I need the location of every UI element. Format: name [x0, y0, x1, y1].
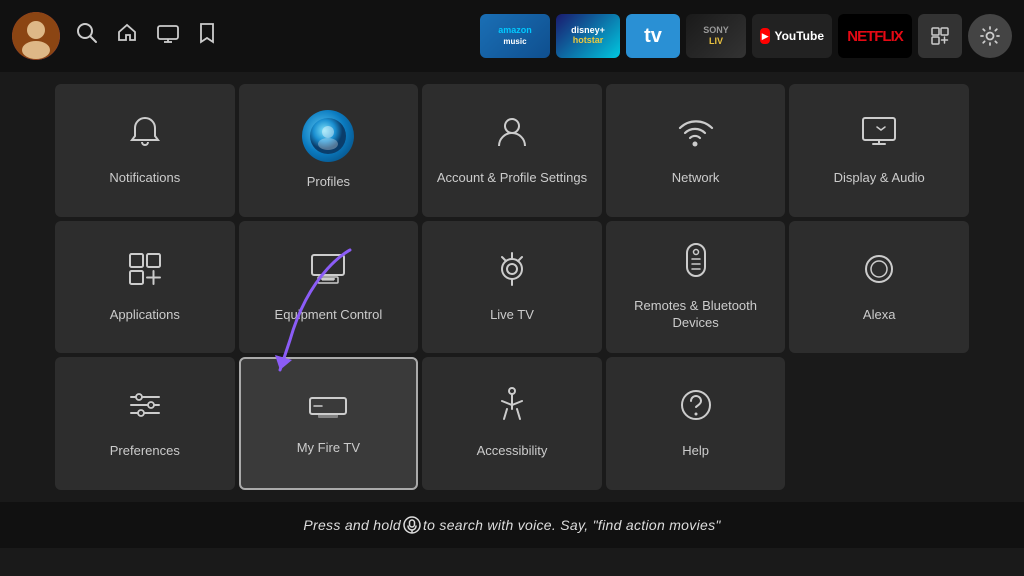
nav-bar: amazonmusic disney+hotstar tv SONYLIV ▶ …	[0, 0, 1024, 72]
youtube-app[interactable]: ▶ YouTube	[752, 14, 832, 58]
mic-icon	[403, 516, 421, 534]
nav-apps: amazonmusic disney+hotstar tv SONYLIV ▶ …	[480, 14, 1012, 58]
youtube-play-icon: ▶	[760, 28, 770, 44]
live-tv-tile[interactable]: Live TV	[422, 221, 602, 354]
notifications-tile[interactable]: Notifications	[55, 84, 235, 217]
nav-icons	[76, 22, 216, 50]
help-label: Help	[682, 443, 709, 460]
profiles-label: Profiles	[307, 174, 350, 191]
preferences-tile[interactable]: Preferences	[55, 357, 235, 490]
alexa-icon	[861, 251, 897, 295]
network-tile[interactable]: Network	[606, 84, 786, 217]
sony-liv-app[interactable]: SONYLIV	[686, 14, 746, 58]
help-tile[interactable]: Help	[606, 357, 786, 490]
accessibility-tile[interactable]: Accessibility	[422, 357, 602, 490]
equipment-control-tile[interactable]: Equipment Control	[239, 221, 419, 354]
accessibility-label: Accessibility	[477, 443, 548, 460]
amazon-music-app[interactable]: amazonmusic	[480, 14, 550, 58]
settings-grid: Notifications Profiles	[0, 72, 1024, 502]
profiles-tile[interactable]: Profiles	[239, 84, 419, 217]
network-label: Network	[672, 170, 720, 187]
alexa-label: Alexa	[863, 307, 896, 324]
remotes-bluetooth-tile[interactable]: Remotes & Bluetooth Devices	[606, 221, 786, 354]
bottom-bar: Press and hold to search with voice. Say…	[0, 502, 1024, 548]
my-fire-tv-label: My Fire TV	[297, 440, 360, 457]
bottom-text-before: Press and hold	[303, 517, 401, 533]
account-profile-label: Account & Profile Settings	[437, 170, 587, 187]
search-icon[interactable]	[76, 22, 98, 50]
accessibility-icon	[497, 387, 527, 431]
grid-app[interactable]	[918, 14, 962, 58]
live-tv-label: Live TV	[490, 307, 534, 324]
alexa-tile[interactable]: Alexa	[789, 221, 969, 354]
wifi-icon	[676, 114, 716, 158]
equipment-control-label: Equipment Control	[275, 307, 383, 324]
empty-tile	[789, 357, 969, 490]
display-audio-label: Display & Audio	[834, 170, 925, 187]
settings-button[interactable]	[968, 14, 1012, 58]
tv-app[interactable]: tv	[626, 14, 680, 58]
account-profile-tile[interactable]: Account & Profile Settings	[422, 84, 602, 217]
bottom-text-after: to search with voice. Say, "find action …	[423, 517, 721, 533]
preferences-label: Preferences	[110, 443, 180, 460]
apps-icon	[127, 251, 163, 295]
help-icon	[678, 387, 714, 431]
firetv-icon	[308, 391, 348, 428]
bookmark-icon[interactable]	[198, 22, 216, 50]
netflix-app[interactable]: NETFLIX	[838, 14, 912, 58]
bell-icon	[127, 114, 163, 158]
sliders-icon	[127, 387, 163, 431]
equipment-tv-icon	[308, 251, 348, 295]
applications-label: Applications	[110, 307, 180, 324]
display-audio-tile[interactable]: Display & Audio	[789, 84, 969, 217]
tv-icon[interactable]	[156, 22, 180, 50]
profile-avatar-icon	[302, 110, 354, 162]
home-icon[interactable]	[116, 22, 138, 50]
remote-icon	[683, 242, 709, 286]
avatar[interactable]	[12, 12, 60, 60]
my-fire-tv-tile[interactable]: My Fire TV	[239, 357, 419, 490]
remotes-bluetooth-label: Remotes & Bluetooth Devices	[614, 298, 778, 332]
person-icon	[494, 114, 530, 158]
disney-hotstar-app[interactable]: disney+hotstar	[556, 14, 620, 58]
antenna-icon	[494, 251, 530, 295]
applications-tile[interactable]: Applications	[55, 221, 235, 354]
notifications-label: Notifications	[109, 170, 180, 187]
display-icon	[859, 114, 899, 158]
